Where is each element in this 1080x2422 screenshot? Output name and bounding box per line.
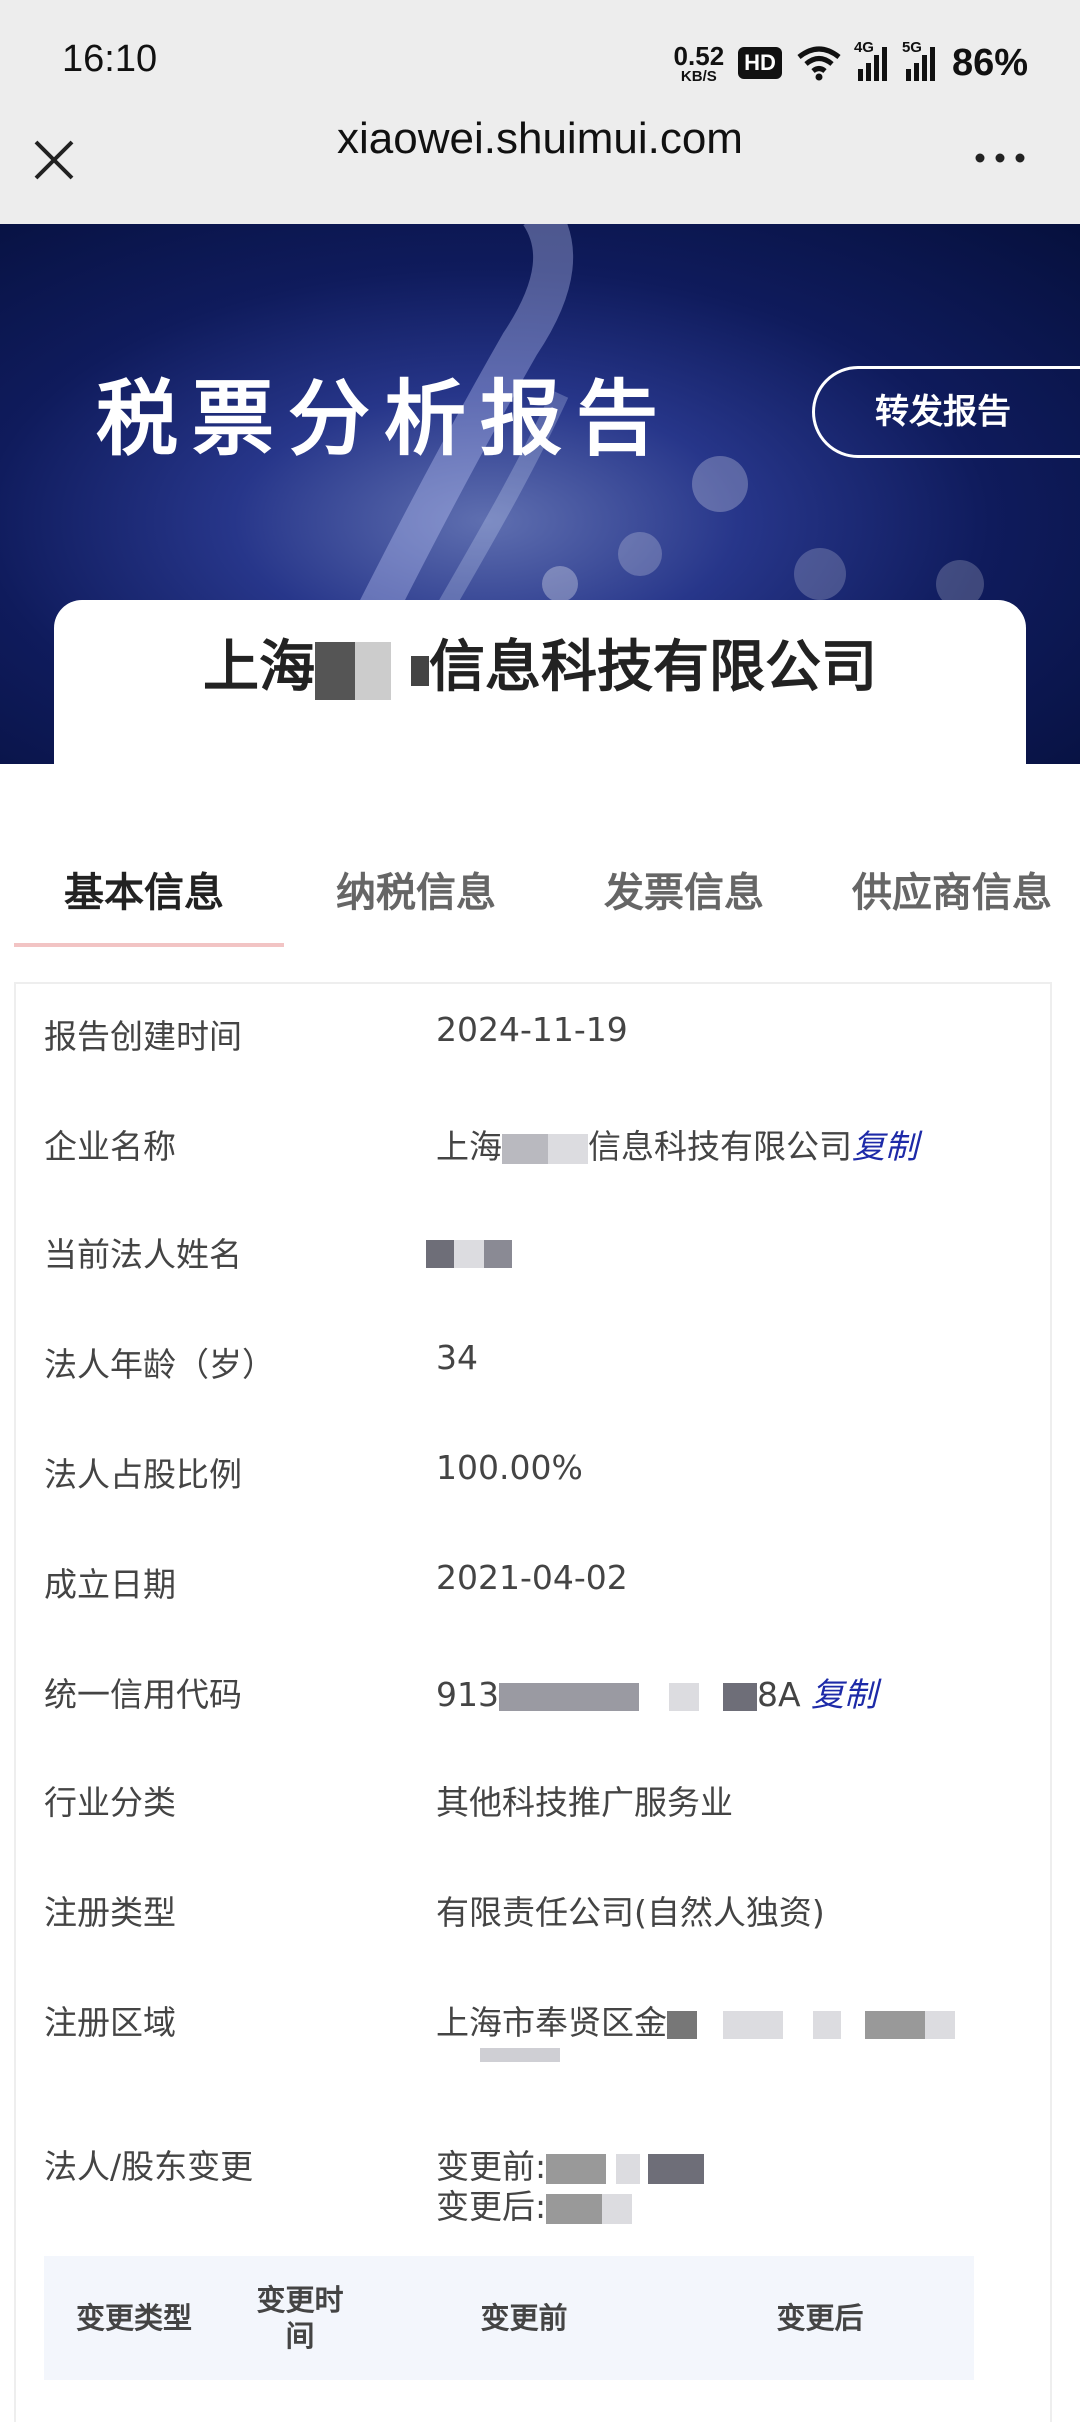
redacted-block [548, 1133, 588, 1164]
redacted-block [669, 1682, 699, 1711]
reg-area-second-line [480, 2044, 560, 2063]
redacted-block [723, 1682, 757, 1711]
redacted-block [723, 2010, 783, 2039]
company-value-suffix: 信息科技有限公司 [588, 1127, 852, 1166]
redacted-block [648, 2153, 705, 2184]
reg-type-value: 有限责任公司(自然人独资) [436, 1893, 825, 1932]
signal-4g-label: 4G [853, 39, 874, 56]
redacted-block [426, 1239, 454, 1268]
status-icons: 0.52 KB/S HD 4G 5G 86% [674, 38, 1028, 88]
signal-4g-icon: 4G [854, 39, 890, 81]
redacted-block [925, 2010, 955, 2039]
tab-bar: 基本信息 纳税信息 发票信息 供应商信息 [0, 850, 1080, 950]
reg-area-text: 上海市奉贤区金 [436, 2003, 667, 2042]
legal-person-value [426, 1232, 512, 1271]
company-name-suffix: 信息科技有限公司 [429, 635, 877, 700]
forward-report-button[interactable]: 转发报告 [812, 366, 1080, 458]
redacted-block [355, 641, 391, 700]
share-ratio-label: 法人占股比例 [44, 1455, 242, 1494]
company-value: 上海 信息科技有限公司复制 [436, 1120, 918, 1168]
legal-age-label: 法人年龄（岁） [44, 1345, 275, 1384]
column-header-before: 变更前 [480, 2301, 568, 2335]
company-card: 上海 信息科技有限公司 [54, 600, 1026, 770]
network-speed-unit: KB/S [680, 67, 717, 85]
credit-code-suffix: 8A [757, 1675, 801, 1714]
company-name-prefix: 上海 [203, 635, 315, 700]
signal-5g-label: 5G [901, 39, 922, 56]
status-time: 16:10 [62, 38, 158, 80]
network-speed: 0.52 KB/S [674, 43, 725, 84]
hd-icon: HD [738, 47, 782, 79]
redacted-block [546, 2193, 603, 2224]
redacted-block [411, 655, 429, 686]
column-header-change-type: 变更类型 [75, 2301, 192, 2335]
founded-label: 成立日期 [44, 1565, 176, 1604]
tab-tax-info[interactable]: 纳税信息 [336, 860, 496, 918]
column-header-change-time: 变更时间 [256, 2283, 344, 2353]
tab-invoice-info[interactable]: 发票信息 [604, 860, 764, 918]
network-speed-value: 0.52 [673, 40, 725, 71]
redacted-block [865, 2010, 925, 2039]
change-table-header: 变更类型 变更时间 变更前 变更后 [44, 2256, 974, 2380]
redacted-block [315, 641, 355, 700]
active-tab-indicator [14, 943, 284, 947]
industry-label: 行业分类 [44, 1783, 176, 1822]
wifi-icon [797, 46, 841, 81]
redacted-block [484, 1239, 512, 1268]
credit-code-prefix: 913 [436, 1675, 499, 1714]
redacted-block [499, 1682, 639, 1711]
reg-area-value: 上海市奉贤区金 [436, 1996, 955, 2044]
more-icon[interactable] [972, 150, 1028, 166]
reg-type-label: 注册类型 [44, 1893, 176, 1932]
tab-supplier-info[interactable]: 供应商信息 [852, 860, 1052, 918]
credit-code-label: 统一信用代码 [44, 1675, 242, 1714]
company-value-prefix: 上海 [436, 1127, 502, 1166]
browser-top-bar: 16:10 0.52 KB/S HD 4G 5G 86% xiaowei.shu… [0, 0, 1080, 224]
redacted-block [616, 2153, 641, 2184]
report-created-value: 2024-11-19 [436, 1010, 628, 1049]
redacted-block [667, 2010, 697, 2039]
redacted-block [502, 1133, 548, 1164]
redacted-block [813, 2010, 841, 2039]
tab-basic-info[interactable]: 基本信息 [64, 860, 224, 918]
copy-company-name-button[interactable]: 复制 [852, 1127, 918, 1166]
reg-area-label: 注册区域 [44, 2003, 176, 2042]
copy-credit-code-button[interactable]: 复制 [811, 1675, 877, 1714]
page-url[interactable]: xiaowei.shuimui.com [0, 114, 1080, 164]
redacted-block [602, 2193, 633, 2224]
founded-value: 2021-04-02 [436, 1558, 628, 1597]
industry-value: 其他科技推广服务业 [436, 1783, 733, 1822]
redacted-block [480, 2047, 560, 2062]
signal-5g-icon: 5G [902, 39, 938, 81]
change-after-row: 变更后: [436, 2180, 633, 2228]
report-created-label: 报告创建时间 [44, 1017, 242, 1056]
credit-code-value: 913 8A 复制 [436, 1668, 877, 1716]
legal-person-label: 当前法人姓名 [44, 1235, 242, 1274]
change-label: 法人/股东变更 [44, 2147, 254, 2186]
change-after-label: 变更后: [436, 2187, 547, 2226]
battery-level: 86% [951, 41, 1028, 84]
report-title: 税票分析报告 [96, 371, 673, 467]
company-label: 企业名称 [44, 1127, 176, 1166]
redacted-block [546, 2153, 607, 2184]
column-header-after: 变更后 [776, 2301, 864, 2335]
legal-age-value: 34 [436, 1338, 478, 1377]
company-name-heading: 上海 信息科技有限公司 [54, 622, 1026, 703]
share-ratio-value: 100.00% [436, 1448, 583, 1487]
redacted-block [454, 1239, 484, 1268]
